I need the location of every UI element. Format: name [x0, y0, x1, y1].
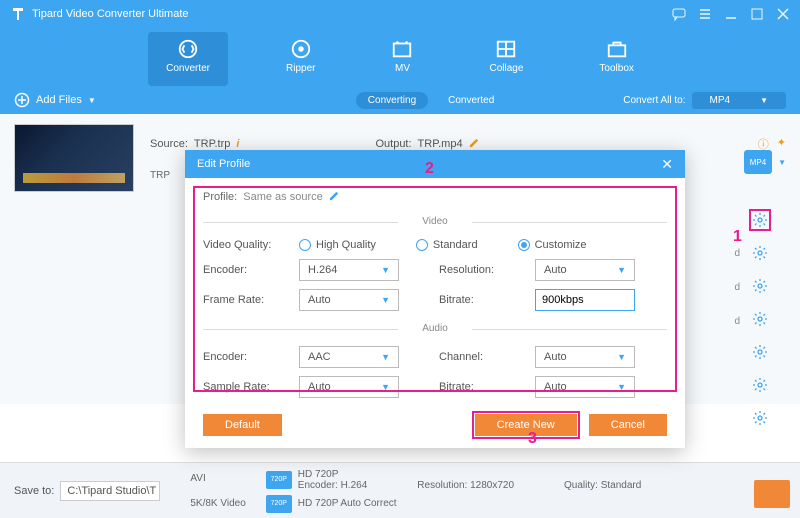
tab-mv[interactable]: MV [373, 32, 431, 86]
sample-rate-select[interactable]: Auto▼ [299, 376, 399, 398]
mv-icon [391, 38, 413, 60]
video-quality-label: Video Quality: [203, 239, 289, 251]
annotation-2: 2 [425, 160, 434, 178]
audio-bitrate-label: Bitrate: [439, 381, 525, 393]
audio-encoder-select[interactable]: AAC▼ [299, 346, 399, 368]
channel-label: Channel: [439, 351, 525, 363]
cancel-button[interactable]: Cancel [589, 414, 667, 436]
preset-item[interactable]: 720P HD 720P Auto Correct [266, 495, 642, 513]
convert-all-label: Convert All to: [623, 95, 685, 106]
toolbox-icon [606, 38, 628, 60]
default-button[interactable]: Default [203, 414, 282, 436]
save-to-label: Save to: [14, 485, 54, 497]
tab-converting[interactable]: Converting [356, 92, 428, 109]
chevron-down-icon: ▼ [88, 96, 96, 105]
channel-select[interactable]: Auto▼ [535, 346, 635, 368]
frame-rate-select[interactable]: Auto▼ [299, 289, 399, 311]
tab-ripper[interactable]: Ripper [268, 32, 333, 86]
video-thumbnail[interactable] [14, 124, 134, 192]
frame-rate-label: Frame Rate: [203, 294, 289, 306]
edit-profile-icon[interactable] [329, 190, 340, 204]
profile-value: Same as source [243, 191, 322, 203]
bottom-bar: Save to: C:\Tipard Studio\T AVI 5K/8K Vi… [0, 462, 800, 518]
collage-icon [495, 38, 517, 60]
dialog-title: Edit Profile [197, 158, 250, 170]
preset-badge-icon: 720P [266, 471, 292, 489]
format-avi[interactable]: AVI [190, 473, 245, 484]
preset-item[interactable]: 720P HD 720P Encoder: H.264Resolution: 1… [266, 469, 642, 491]
preset-badge-icon: 720P [266, 495, 292, 513]
video-bitrate-label: Bitrate: [439, 294, 525, 306]
feedback-icon[interactable] [672, 7, 686, 21]
sync-icon[interactable]: ✦ [777, 136, 786, 152]
resolution-label: Resolution: [439, 264, 525, 276]
output-label: Output: [375, 138, 411, 150]
settings-gear-icon[interactable] [752, 245, 768, 261]
ripper-icon [290, 38, 312, 60]
sub-toolbar: Add Files ▼ Converting Converted Convert… [0, 86, 800, 114]
edit-output-icon[interactable] [469, 137, 480, 151]
settings-gear-icon[interactable] [752, 410, 768, 426]
create-new-button[interactable]: Create New [475, 414, 577, 436]
annotation-1: 1 [733, 228, 742, 246]
maximize-icon[interactable] [750, 7, 764, 21]
settings-gear-icon[interactable] [752, 212, 768, 228]
video-bitrate-input[interactable] [535, 289, 635, 311]
convert-button[interactable] [754, 480, 790, 508]
add-files-button[interactable]: Add Files ▼ [14, 92, 96, 108]
radio-high-quality[interactable]: High Quality [299, 239, 376, 251]
app-logo-icon [10, 6, 26, 22]
audio-encoder-label: Encoder: [203, 351, 289, 363]
video-encoder-label: Encoder: [203, 264, 289, 276]
annotation-3: 3 [528, 430, 537, 448]
close-icon[interactable] [776, 7, 790, 21]
info-icon[interactable]: i [236, 138, 239, 150]
sample-rate-label: Sample Rate: [203, 381, 289, 393]
converter-icon [177, 38, 199, 60]
format-5k8k[interactable]: 5K/8K Video [190, 498, 245, 509]
profile-label: Profile: [203, 191, 237, 203]
radio-customize[interactable]: Customize [518, 239, 587, 251]
settings-gear-icon[interactable] [752, 278, 768, 294]
edit-profile-dialog: Edit Profile ✕ Profile: Same as source V… [185, 150, 685, 448]
output-file: TRP.mp4 [418, 138, 463, 150]
dialog-close-icon[interactable]: ✕ [661, 156, 673, 173]
tab-converted[interactable]: Converted [448, 95, 494, 106]
output-format-select[interactable]: MP4▼ [692, 92, 786, 109]
video-section-label: Video [203, 216, 667, 227]
titlebar: Tipard Video Converter Ultimate [0, 0, 800, 28]
save-path-input[interactable]: C:\Tipard Studio\T [60, 481, 160, 501]
menu-icon[interactable] [698, 7, 712, 21]
audio-section-label: Audio [203, 323, 667, 334]
tab-collage[interactable]: Collage [471, 32, 541, 86]
radio-standard[interactable]: Standard [416, 239, 478, 251]
video-encoder-select[interactable]: H.264▼ [299, 259, 399, 281]
settings-gear-icon[interactable] [752, 377, 768, 393]
tab-converter[interactable]: Converter [148, 32, 228, 86]
chevron-down-icon: ▼ [760, 96, 768, 105]
source-file: TRP.trp [194, 138, 230, 150]
tab-toolbox[interactable]: Toolbox [581, 32, 651, 86]
main-toolbar: Converter Ripper MV Collage Toolbox [0, 28, 800, 86]
format-badge[interactable]: MP4 [744, 150, 772, 174]
source-label: Source: [150, 138, 188, 150]
minimize-icon[interactable] [724, 7, 738, 21]
resolution-select[interactable]: Auto▼ [535, 259, 635, 281]
audio-bitrate-select[interactable]: Auto▼ [535, 376, 635, 398]
settings-gear-icon[interactable] [752, 344, 768, 360]
settings-gear-icon[interactable] [752, 311, 768, 327]
app-title: Tipard Video Converter Ultimate [32, 8, 672, 20]
